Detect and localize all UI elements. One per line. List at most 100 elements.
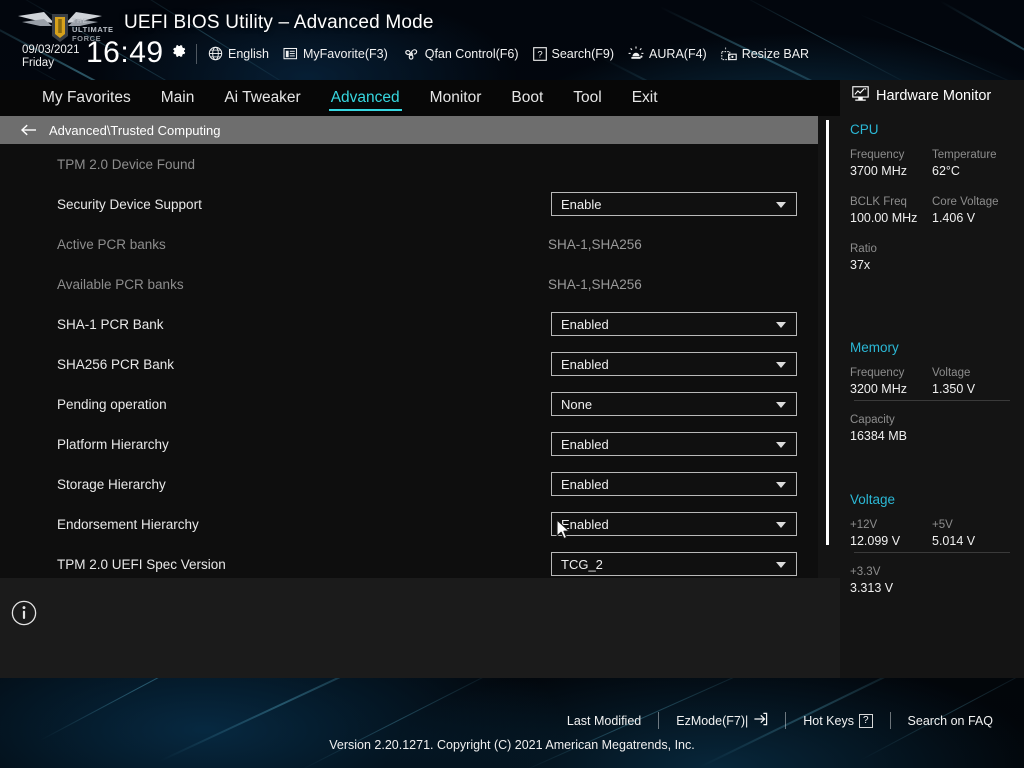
setting-dropdown[interactable]: Enabled [551,352,797,376]
date-text: 09/03/2021 [22,44,80,56]
footer-link-hot-keys[interactable]: Hot Keys? [786,713,889,728]
nav-tab-main[interactable]: Main [159,87,197,110]
breadcrumb[interactable]: Advanced\Trusted Computing [0,116,818,144]
footer-link-label: Hot Keys [803,713,854,728]
settings-scrollbar-track[interactable] [826,118,829,576]
nav-tab-exit[interactable]: Exit [630,87,660,110]
hardware-monitor-header: Hardware Monitor [852,86,991,106]
hw-entry: Core Voltage 1.406 V [932,194,1014,227]
setting-label: SHA-1 PCR Bank [57,316,164,332]
setting-dropdown-value: Enabled [561,356,609,372]
settings-scrollbar-thumb[interactable] [826,120,829,545]
hw-entry-key: Voltage [932,367,971,379]
hw-entry-value: 3700 MHz [850,164,907,178]
globe-icon [208,46,223,61]
breadcrumb-path: Advanced\Trusted Computing [49,122,221,138]
setting-dropdown[interactable]: Enabled [551,472,797,496]
setting-dropdown-value: Enabled [561,316,609,332]
setting-label: TPM 2.0 Device Found [57,156,196,172]
setting-row[interactable]: Pending operation None [0,384,818,424]
hw-entry-key: Frequency [850,149,905,161]
nav-tab-my-favorites[interactable]: My Favorites [40,87,133,110]
footer-link-ezmode-f7[interactable]: EzMode(F7)| [659,712,785,729]
footer-link-label: EzMode(F7)| [676,713,749,728]
nav-tab-advanced[interactable]: Advanced [328,87,402,111]
setting-dropdown[interactable]: None [551,392,797,416]
hw-entry-value: 62°C [932,164,960,178]
hw-entry-grid: Frequency 3700 MHz Temperature 62°C BCLK Fre… [850,147,1014,288]
hw-entry-key: Frequency [850,367,905,379]
app-title: UEFI BIOS Utility – Advanced Mode [124,12,434,33]
hw-entry-grid: Frequency 3200 MHz Voltage 1.350 V Capacity 1… [850,365,1014,459]
hw-entry-key: Capacity [850,414,895,426]
hw-entry-value: 37x [850,258,871,272]
setting-label: Pending operation [57,396,167,412]
setting-label: TPM 2.0 UEFI Spec Version [57,556,226,572]
chevron-down-icon [776,482,786,488]
toolbar-item-aura[interactable]: AURA(F4) [628,46,707,61]
toolbar-label-resize-bar: Resize BAR [741,46,810,61]
setting-row[interactable]: Endorsement Hierarchy Enabled [0,504,818,544]
hw-entry-value: 3200 MHz [850,382,907,396]
nav-tab-ai-tweaker[interactable]: Ai Tweaker [222,87,302,110]
hw-entry-value: 12.099 V [850,534,901,548]
setting-dropdown-value: Enabled [561,516,609,532]
setting-dropdown[interactable]: Enable [551,192,797,216]
footer-link-search-on-faq[interactable]: Search on FAQ [891,714,1010,728]
hw-entry: +5V 5.014 V [932,517,1014,550]
setting-dropdown[interactable]: Enabled [551,512,797,536]
toolbar-item-search[interactable]: ? Search(F9) [532,46,615,61]
clock-display: 16:49 [86,36,164,69]
setting-row[interactable]: SHA256 PCR Bank Enabled [0,344,818,384]
hw-entry-key: +3.3V [850,566,881,578]
copyright-text: Version 2.20.1271. Copyright (C) 2021 Am… [329,738,695,752]
info-circle-icon[interactable] [11,600,37,626]
chevron-down-icon [776,322,786,328]
back-arrow-icon[interactable] [20,123,38,137]
question-box-icon: ? [532,46,547,61]
setting-static-value: SHA-1,SHA256 [548,236,642,252]
hw-entry-value: 5.014 V [932,534,976,548]
hw-entry-grid: +12V 12.099 V +5V 5.014 V +3.3V 3.313 V [850,517,1014,611]
header-toolbar: English MyFavorite(F3) Qfan Control(F6) … [208,46,809,61]
monitor-icon [852,86,869,106]
toolbar-item-qfan-control[interactable]: Qfan Control(F6) [402,47,519,61]
setting-row[interactable]: Security Device Support Enable [0,184,818,224]
setting-row: Available PCR banks SHA-1,SHA256 [0,264,818,304]
setting-label: Storage Hierarchy [57,476,166,492]
exit-arrow-icon [753,712,768,729]
footer-link-last-modified[interactable]: Last Modified [550,714,658,728]
hw-entry-value: 100.00 MHz [850,211,918,225]
toolbar-item-english[interactable]: English [208,46,269,61]
toolbar-label-aura: AURA(F4) [649,46,707,61]
nav-tab-monitor[interactable]: Monitor [428,87,484,110]
hardware-monitor-panel: Hardware Monitor CPU Frequency 3700 MHz Tem… [840,80,1024,678]
setting-row[interactable]: Platform Hierarchy Enabled [0,424,818,464]
help-info-panel [0,578,840,678]
toolbar-label-english: English [228,46,269,61]
hardware-monitor-title: Hardware Monitor [876,88,992,104]
nav-tab-boot[interactable]: Boot [509,87,545,110]
hw-entry: Capacity 16384 MB [850,412,1014,445]
hw-divider [854,552,1010,553]
setting-label: Endorsement Hierarchy [57,516,199,532]
setting-static-value: SHA-1,SHA256 [548,276,642,292]
hw-entry-key: +12V [850,519,878,531]
nav-tab-tool[interactable]: Tool [571,87,603,110]
setting-dropdown[interactable]: TCG_2 [551,552,797,576]
setting-dropdown[interactable]: Enabled [551,312,797,336]
setting-dropdown[interactable]: Enabled [551,432,797,456]
chevron-down-icon [776,202,786,208]
toolbar-label-search: Search(F9) [551,46,615,61]
setting-row[interactable]: TPM 2.0 UEFI Spec Version TCG_2 [0,544,818,578]
hw-entry-key: Ratio [850,243,877,255]
gear-icon[interactable] [171,43,187,59]
hw-entry: Temperature 62°C [932,147,1014,180]
toolbar-item-myfavorite[interactable]: MyFavorite(F3) [283,47,388,61]
hw-entry-value: 16384 MB [850,429,907,443]
toolbar-item-resize-bar[interactable]: Resize BAR [721,47,809,61]
footer-links: Last Modified EzMode(F7)| Hot Keys? Search … [550,712,1010,729]
setting-row[interactable]: SHA-1 PCR Bank Enabled [0,304,818,344]
setting-row[interactable]: Storage Hierarchy Enabled [0,464,818,504]
hw-entry-value: 3.313 V [850,581,894,595]
